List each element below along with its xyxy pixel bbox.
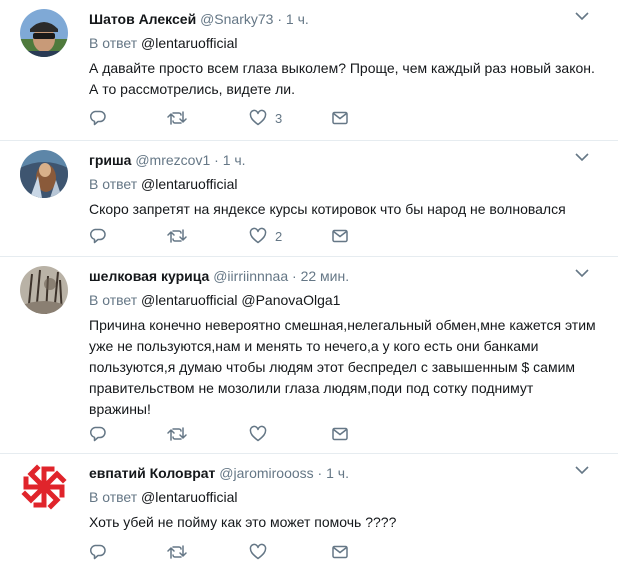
reply-icon — [89, 426, 106, 442]
reply-mention[interactable]: @lentaruofficial — [141, 489, 237, 505]
author-name[interactable]: шелковая курица — [89, 268, 209, 284]
tweet-text: Хоть убей не пойму как это может помочь … — [89, 514, 397, 530]
retweet-icon — [167, 427, 187, 441]
tweet[interactable]: евпатий Коловрат @jaromiroooss · 1 ч. В … — [0, 454, 618, 565]
tweet-text: А давайте просто всем глаза выколем? Про… — [89, 60, 595, 97]
reply-context: В ответ @lentaruofficial @PanovaOlga1 — [89, 291, 340, 309]
tweet-actions — [89, 543, 389, 563]
dm-button[interactable] — [331, 109, 349, 127]
like-button[interactable] — [249, 425, 267, 443]
chevron-down-icon[interactable] — [574, 10, 590, 22]
reply-mention[interactable]: @lentaruofficial — [141, 35, 237, 51]
tweet-text: Скоро запретят на яндексе курсы котирово… — [89, 201, 566, 217]
tweet[interactable]: гриша @mrezcov1 · 1 ч. В ответ @lentaruo… — [0, 141, 618, 257]
tweet-header: гриша @mrezcov1 · 1 ч. — [89, 151, 246, 169]
reply-prefix: В ответ — [89, 292, 138, 308]
reply-button[interactable] — [89, 109, 107, 127]
chevron-down-icon[interactable] — [574, 464, 590, 476]
reply-mention[interactable]: @lentaruofficial — [141, 292, 237, 308]
like-count: 3 — [275, 110, 283, 126]
separator: · — [317, 465, 323, 481]
retweet-icon — [167, 545, 187, 559]
tweet-header: Шатов Алексей @Snarky73 · 1 ч. — [89, 10, 309, 28]
timestamp[interactable]: 1 ч. — [223, 152, 246, 168]
reply-button[interactable] — [89, 425, 107, 443]
retweet-button[interactable] — [167, 543, 187, 561]
retweet-icon — [167, 111, 187, 125]
dm-button[interactable] — [331, 227, 349, 245]
retweet-button[interactable] — [167, 425, 187, 443]
author-handle[interactable]: @iirriinnnaa — [213, 268, 288, 284]
reply-mention[interactable]: @lentaruofficial — [141, 176, 237, 192]
reply-prefix: В ответ — [89, 489, 138, 505]
separator: · — [292, 268, 297, 284]
like-button[interactable]: 2 — [249, 227, 282, 245]
kolovrat-logo — [20, 463, 68, 511]
reply-context: В ответ @lentaruofficial — [89, 488, 237, 506]
reply-icon — [89, 228, 106, 244]
timestamp[interactable]: 1 ч. — [326, 465, 349, 481]
separator: · — [277, 11, 282, 27]
author-name[interactable]: Шатов Алексей — [89, 11, 196, 27]
envelope-icon — [332, 111, 348, 125]
author-handle[interactable]: @mrezcov1 — [135, 152, 210, 168]
envelope-icon — [332, 545, 348, 559]
tweet-text: Причина конечно невероятно смешная,нелег… — [89, 317, 596, 417]
author-handle[interactable]: @jaromiroooss — [219, 465, 313, 481]
tweet-actions: 2 — [89, 227, 389, 247]
retweet-button[interactable] — [167, 109, 187, 127]
envelope-icon — [332, 229, 348, 243]
tweet[interactable]: Шатов Алексей @Snarky73 · 1 ч. В ответ @… — [0, 0, 618, 141]
avatar[interactable] — [20, 9, 68, 57]
separator: · — [214, 152, 219, 168]
avatar[interactable] — [20, 463, 68, 511]
avatar[interactable] — [20, 266, 68, 314]
tweet-actions — [89, 425, 389, 445]
heart-icon — [249, 109, 267, 126]
reply-icon — [89, 110, 106, 126]
reply-icon — [89, 544, 106, 560]
reply-button[interactable] — [89, 543, 107, 561]
like-count: 2 — [275, 228, 283, 244]
heart-icon — [249, 543, 267, 560]
author-name[interactable]: евпатий Коловрат — [89, 465, 215, 481]
avatar[interactable] — [20, 150, 68, 198]
retweet-icon — [167, 229, 187, 243]
reply-context: В ответ @lentaruofficial — [89, 175, 237, 193]
dm-button[interactable] — [331, 425, 349, 443]
reply-mention-2[interactable]: @PanovaOlga1 — [241, 292, 340, 308]
tweet-header: евпатий Коловрат @jaromiroooss · 1 ч. — [89, 464, 349, 482]
timestamp[interactable]: 22 мин. — [301, 268, 350, 284]
retweet-button[interactable] — [167, 227, 187, 245]
chevron-down-icon[interactable] — [574, 267, 590, 279]
like-button[interactable]: 3 — [249, 109, 282, 127]
reply-button[interactable] — [89, 227, 107, 245]
author-name[interactable]: гриша — [89, 152, 131, 168]
reply-context: В ответ @lentaruofficial — [89, 34, 237, 52]
dm-button[interactable] — [331, 543, 349, 561]
tweet-actions: 3 — [89, 109, 389, 129]
heart-icon — [249, 227, 267, 244]
author-handle[interactable]: @Snarky73 — [200, 11, 273, 27]
reply-prefix: В ответ — [89, 176, 138, 192]
tweet-header: шелковая курица @iirriinnnaa · 22 мин. — [89, 267, 349, 285]
tweet[interactable]: шелковая курица @iirriinnnaa · 22 мин. В… — [0, 257, 618, 454]
timestamp[interactable]: 1 ч. — [286, 11, 309, 27]
envelope-icon — [332, 427, 348, 441]
like-button[interactable] — [249, 543, 267, 561]
reply-prefix: В ответ — [89, 35, 138, 51]
heart-icon — [249, 425, 267, 442]
chevron-down-icon[interactable] — [574, 151, 590, 163]
